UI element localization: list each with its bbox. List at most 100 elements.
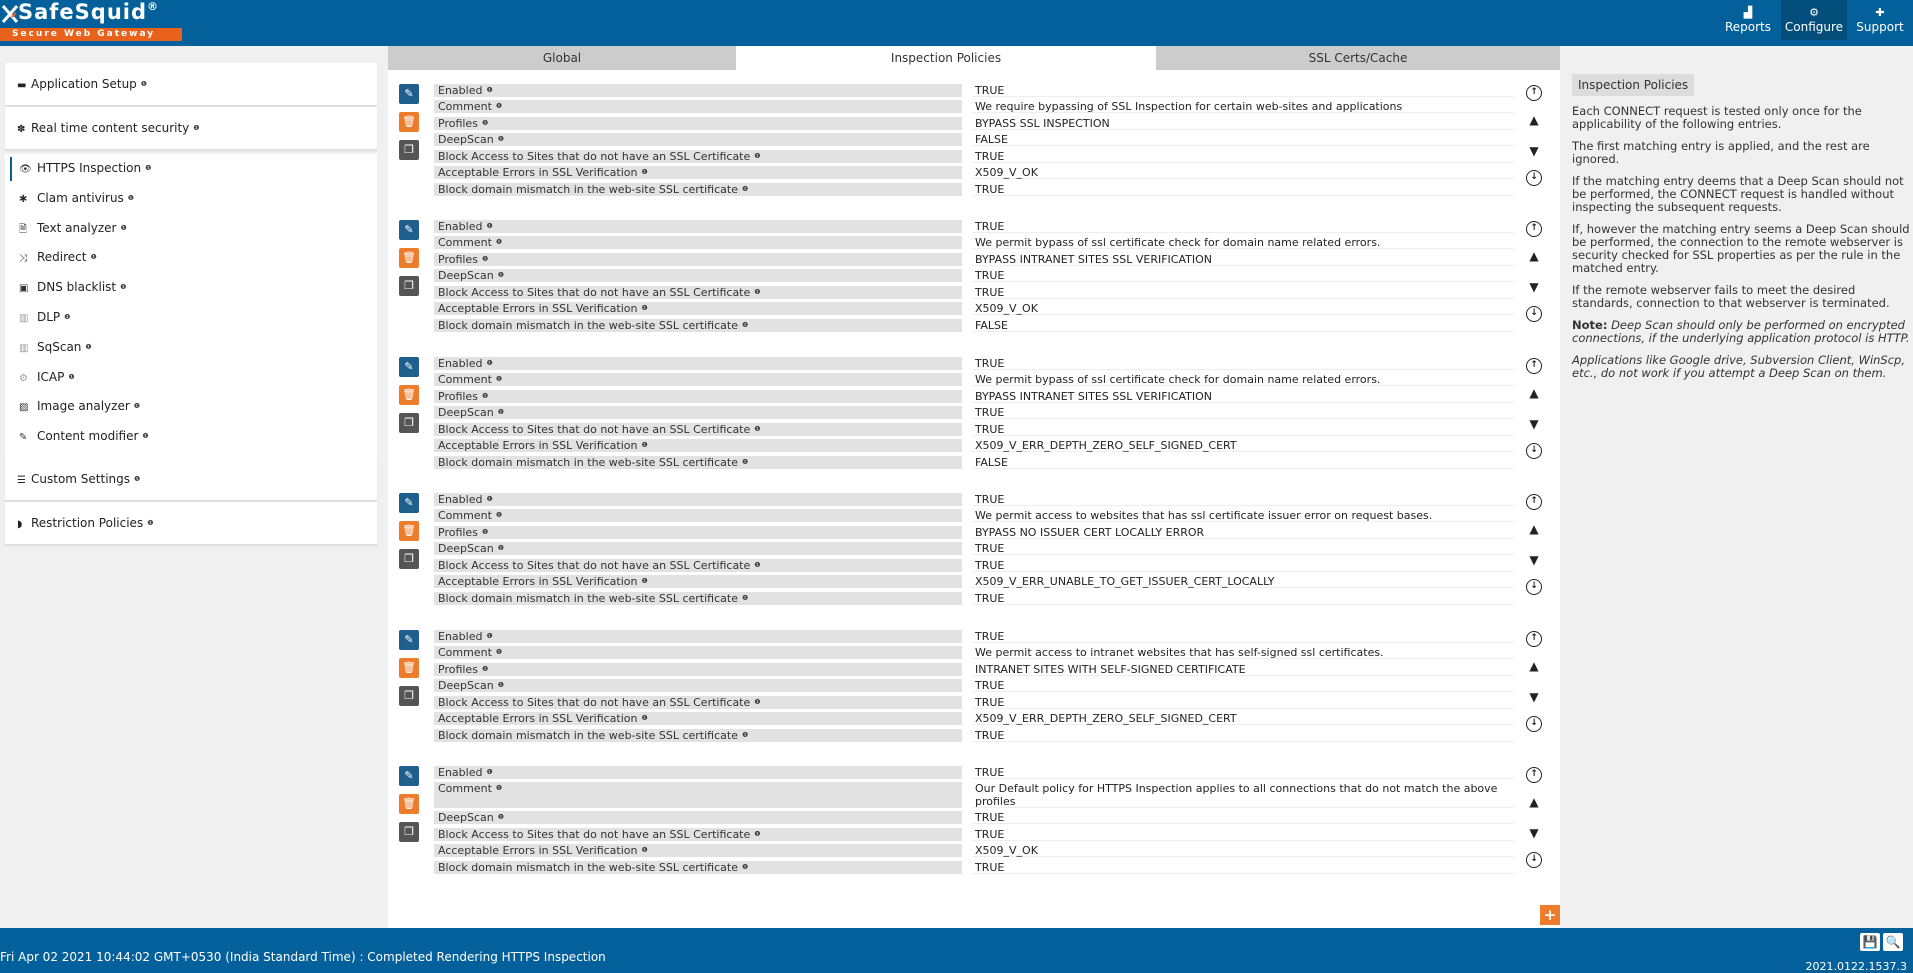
sidebar-restriction-policies[interactable]: ◗ Restriction Policies ❶ xyxy=(5,502,377,545)
move-up-button[interactable]: ▲ xyxy=(1526,385,1542,401)
sidebar-item-icap[interactable]: ⚙ ICAP ❶ xyxy=(5,363,377,393)
sidebar-realtime-content-security[interactable]: ✽ Real time content security ❶ xyxy=(5,107,377,150)
tab-ssl-certs-cache[interactable]: SSL Certs/Cache xyxy=(1156,46,1560,70)
move-up-button[interactable]: ▲ xyxy=(1526,794,1542,810)
move-down-button[interactable]: ▼ xyxy=(1526,279,1542,295)
insert-above-button[interactable]: ↑ xyxy=(1526,494,1542,510)
insert-below-button[interactable]: ↓ xyxy=(1526,852,1542,868)
move-up-button[interactable]: ▲ xyxy=(1526,658,1542,674)
move-down-button[interactable]: ▼ xyxy=(1526,416,1542,432)
field-comment[interactable]: Comment ❶ We permit access to websites tha… xyxy=(434,509,1514,522)
copy-entry-button[interactable]: ❐ xyxy=(399,140,419,160)
field-acceptable-errors[interactable]: Acceptable Errors in SSL Verification ❶ X5… xyxy=(434,166,1514,179)
copy-entry-button[interactable]: ❐ xyxy=(399,822,419,842)
field-enabled[interactable]: Enabled ❶ TRUE xyxy=(434,493,1514,506)
sidebar-custom-settings[interactable]: ☰ Custom Settings ❶ xyxy=(5,458,377,501)
edit-entry-button[interactable]: ✎ xyxy=(399,357,419,377)
field-enabled[interactable]: Enabled ❶ TRUE xyxy=(434,766,1514,779)
field-block-no-ssl[interactable]: Block Access to Sites that do not have a… xyxy=(434,696,1514,709)
sidebar-item-https-inspection[interactable]: 👁 HTTPS Inspection ❶ xyxy=(5,154,377,184)
field-acceptable-errors[interactable]: Acceptable Errors in SSL Verification ❶ X5… xyxy=(434,844,1514,857)
field-enabled[interactable]: Enabled ❶ TRUE xyxy=(434,84,1514,97)
field-acceptable-errors[interactable]: Acceptable Errors in SSL Verification ❶ X5… xyxy=(434,712,1514,725)
field-domain-mismatch[interactable]: Block domain mismatch in the web-site SS… xyxy=(434,319,1514,332)
field-domain-mismatch[interactable]: Block domain mismatch in the web-site SS… xyxy=(434,456,1514,469)
insert-below-button[interactable]: ↓ xyxy=(1526,170,1542,186)
field-profiles[interactable]: Profiles ❶ BYPASS SSL INSPECTION xyxy=(434,117,1514,130)
copy-entry-button[interactable]: ❐ xyxy=(399,549,419,569)
field-acceptable-errors[interactable]: Acceptable Errors in SSL Verification ❶ X5… xyxy=(434,575,1514,588)
search-icon[interactable]: 🔍 xyxy=(1883,933,1903,951)
insert-below-button[interactable]: ↓ xyxy=(1526,716,1542,732)
move-up-button[interactable]: ▲ xyxy=(1526,521,1542,537)
field-block-no-ssl[interactable]: Block Access to Sites that do not have a… xyxy=(434,286,1514,299)
field-comment[interactable]: Comment ❶ We permit bypass of ssl certific… xyxy=(434,373,1514,386)
field-acceptable-errors[interactable]: Acceptable Errors in SSL Verification ❶ X5… xyxy=(434,302,1514,315)
sidebar-item-clam-antivirus[interactable]: ✱ Clam antivirus ❶ xyxy=(5,184,377,214)
delete-entry-button[interactable]: 🗑 xyxy=(399,794,419,814)
nav-reports[interactable]: ▟ Reports xyxy=(1715,0,1781,40)
edit-entry-button[interactable]: ✎ xyxy=(399,84,419,104)
sidebar-item-text-analyzer[interactable]: 🗎 Text analyzer ❶ xyxy=(5,214,377,244)
field-profiles[interactable]: Profiles ❶ BYPASS INTRANET SITES SSL VERIF… xyxy=(434,390,1514,403)
insert-below-button[interactable]: ↓ xyxy=(1526,306,1542,322)
edit-entry-button[interactable]: ✎ xyxy=(399,766,419,786)
field-profiles[interactable]: Profiles ❶ BYPASS NO ISSUER CERT LOCALLY E… xyxy=(434,526,1514,539)
delete-entry-button[interactable]: 🗑 xyxy=(399,521,419,541)
copy-entry-button[interactable]: ❐ xyxy=(399,276,419,296)
sidebar-item-image-analyzer[interactable]: ▨ Image analyzer ❶ xyxy=(5,392,377,422)
sidebar-item-dlp[interactable]: ▥ DLP ❶ xyxy=(5,303,377,333)
move-up-button[interactable]: ▲ xyxy=(1526,112,1542,128)
move-down-button[interactable]: ▼ xyxy=(1526,825,1542,841)
field-domain-mismatch[interactable]: Block domain mismatch in the web-site SS… xyxy=(434,592,1514,605)
sidebar-item-sqscan[interactable]: ▥ SqScan ❶ xyxy=(5,333,377,363)
field-comment[interactable]: Comment ❶ We permit access to intranet web… xyxy=(434,646,1514,659)
delete-entry-button[interactable]: 🗑 xyxy=(399,658,419,678)
field-comment[interactable]: Comment ❶ Our Default policy for HTTPS Ins… xyxy=(434,782,1514,808)
field-comment[interactable]: Comment ❶ We require bypassing of SSL Insp… xyxy=(434,100,1514,113)
sidebar-item-dns-blacklist[interactable]: ▣ DNS blacklist ❶ xyxy=(5,273,377,303)
field-deepscan[interactable]: DeepScan ❶ TRUE xyxy=(434,406,1514,419)
delete-entry-button[interactable]: 🗑 xyxy=(399,112,419,132)
edit-entry-button[interactable]: ✎ xyxy=(399,220,419,240)
field-domain-mismatch[interactable]: Block domain mismatch in the web-site SS… xyxy=(434,183,1514,196)
field-comment[interactable]: Comment ❶ We permit bypass of ssl certific… xyxy=(434,236,1514,249)
insert-above-button[interactable]: ↑ xyxy=(1526,221,1542,237)
field-deepscan[interactable]: DeepScan ❶ FALSE xyxy=(434,133,1514,146)
field-profiles[interactable]: Profiles ❶ INTRANET SITES WITH SELF-SIGNED… xyxy=(434,663,1514,676)
field-block-no-ssl[interactable]: Block Access to Sites that do not have a… xyxy=(434,150,1514,163)
insert-above-button[interactable]: ↑ xyxy=(1526,358,1542,374)
sidebar-application-setup[interactable]: ▬ Application Setup ❶ xyxy=(5,63,377,106)
field-block-no-ssl[interactable]: Block Access to Sites that do not have a… xyxy=(434,423,1514,436)
save-icon[interactable]: 💾 xyxy=(1860,933,1880,951)
field-block-no-ssl[interactable]: Block Access to Sites that do not have a… xyxy=(434,828,1514,841)
field-deepscan[interactable]: DeepScan ❶ TRUE xyxy=(434,542,1514,555)
insert-above-button[interactable]: ↑ xyxy=(1526,85,1542,101)
insert-below-button[interactable]: ↓ xyxy=(1526,443,1542,459)
field-profiles[interactable]: Profiles ❶ BYPASS INTRANET SITES SSL VERIF… xyxy=(434,253,1514,266)
edit-entry-button[interactable]: ✎ xyxy=(399,630,419,650)
field-enabled[interactable]: Enabled ❶ TRUE xyxy=(434,220,1514,233)
field-block-no-ssl[interactable]: Block Access to Sites that do not have a… xyxy=(434,559,1514,572)
delete-entry-button[interactable]: 🗑 xyxy=(399,248,419,268)
delete-entry-button[interactable]: 🗑 xyxy=(399,385,419,405)
nav-configure[interactable]: ⚙ Configure xyxy=(1781,0,1847,40)
insert-below-button[interactable]: ↓ xyxy=(1526,579,1542,595)
insert-above-button[interactable]: ↑ xyxy=(1526,631,1542,647)
field-deepscan[interactable]: DeepScan ❶ TRUE xyxy=(434,269,1514,282)
nav-support[interactable]: ✚ Support xyxy=(1847,0,1913,40)
field-domain-mismatch[interactable]: Block domain mismatch in the web-site SS… xyxy=(434,729,1514,742)
field-domain-mismatch[interactable]: Block domain mismatch in the web-site SS… xyxy=(434,861,1514,874)
field-deepscan[interactable]: DeepScan ❶ TRUE xyxy=(434,811,1514,824)
field-enabled[interactable]: Enabled ❶ TRUE xyxy=(434,630,1514,643)
copy-entry-button[interactable]: ❐ xyxy=(399,413,419,433)
tab-inspection-policies[interactable]: Inspection Policies xyxy=(736,46,1156,70)
move-down-button[interactable]: ▼ xyxy=(1526,552,1542,568)
move-down-button[interactable]: ▼ xyxy=(1526,143,1542,159)
field-enabled[interactable]: Enabled ❶ TRUE xyxy=(434,357,1514,370)
insert-above-button[interactable]: ↑ xyxy=(1526,767,1542,783)
sidebar-item-content-modifier[interactable]: ✎ Content modifier ❶ xyxy=(5,422,377,452)
move-up-button[interactable]: ▲ xyxy=(1526,248,1542,264)
field-acceptable-errors[interactable]: Acceptable Errors in SSL Verification ❶ X5… xyxy=(434,439,1514,452)
move-down-button[interactable]: ▼ xyxy=(1526,689,1542,705)
